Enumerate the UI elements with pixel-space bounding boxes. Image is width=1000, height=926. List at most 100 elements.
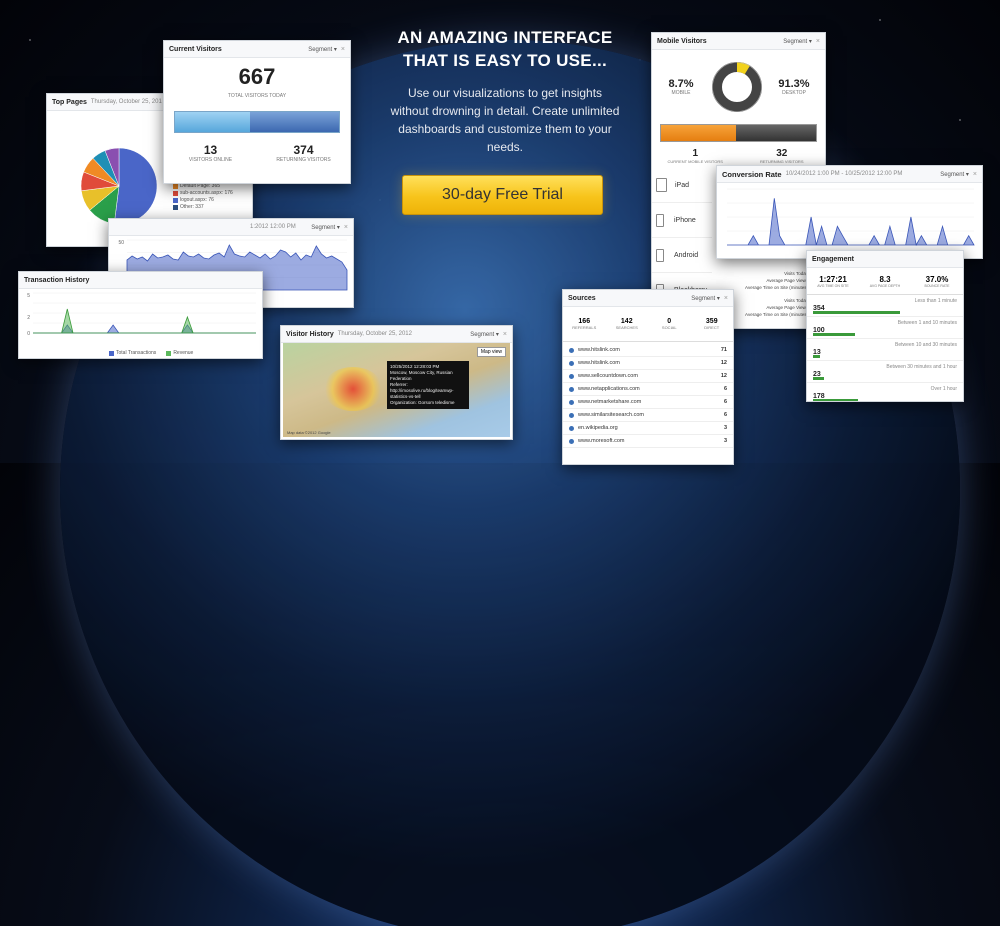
stat-label: Average Page Views — [766, 278, 808, 283]
legend-item: logout.aspx: 76 — [180, 197, 214, 203]
engagement-desc: Between 30 minutes and 1 hour — [886, 364, 957, 370]
source-count: 3 — [723, 425, 727, 431]
source-row[interactable]: www.netapplications.com 6 — [563, 383, 733, 396]
segment-dropdown[interactable]: Segment ▾ — [311, 224, 340, 231]
source-name: www.moresoft.com — [578, 438, 625, 444]
conversion-rate-chart — [727, 188, 975, 247]
returning-segment — [250, 112, 339, 132]
segment-dropdown[interactable]: Segment ▾ — [691, 295, 720, 302]
source-row[interactable]: www.sellcountdown.com 12 — [563, 370, 733, 383]
online-segment — [175, 112, 251, 132]
panel-title: Top Pages — [52, 98, 87, 106]
source-row[interactable]: www.moresoft.com 3 — [563, 435, 733, 448]
source-count: 12 — [720, 360, 727, 366]
free-trial-button[interactable]: 30-day Free Trial — [402, 175, 603, 215]
engagement-summary-label: AVG TIME ON SITE — [817, 283, 849, 288]
engagement-summary-value: 8.3 — [879, 274, 891, 284]
map-view-button[interactable]: Map view — [476, 347, 506, 357]
sources-panel: Sources Segment ▾ × 166 REFERRALS 142 SEARCH… — [562, 289, 734, 465]
top-pages-pie-chart — [80, 147, 158, 225]
total-visitors-value: 667 — [238, 64, 276, 89]
ipad-icon — [656, 178, 667, 192]
engagement-bar — [813, 377, 825, 380]
pie-slice — [113, 147, 158, 225]
device-name: Android — [674, 251, 699, 259]
engagement-row: 13 Between 10 and 30 minutes — [807, 339, 963, 361]
panel-title: Mobile Visitors — [657, 37, 707, 45]
panel-title: Sources — [568, 294, 596, 302]
segment-dropdown[interactable]: Segment ▾ — [308, 46, 337, 53]
source-name: www.sellcountdown.com — [578, 373, 638, 379]
mobile-arc — [736, 62, 750, 75]
y-tick-label: 5 — [27, 293, 30, 299]
current-mobile-label: CURRENT MOBILE VISITORS — [667, 159, 723, 164]
segment-dropdown[interactable]: Segment ▾ — [470, 331, 499, 338]
stat-label: Average Page Views — [766, 305, 808, 310]
engagement-panel: Engagement 1:27:21 AVG TIME ON SITE 8.3 AV… — [806, 250, 964, 402]
site-icon — [569, 438, 574, 444]
source-row[interactable]: www.hitslink.com 12 — [563, 357, 733, 370]
site-icon — [569, 412, 574, 418]
engagement-bar — [813, 333, 855, 336]
stat-label: Average Time on Site (minutes) — [745, 312, 808, 317]
stat-label: Visits Today — [784, 271, 808, 276]
source-name: www.hitslink.com — [578, 347, 620, 353]
device-name: iPad — [675, 181, 690, 189]
legend-swatch — [109, 350, 114, 356]
device-name: iPhone — [674, 216, 696, 224]
engagement-summary-value: 1:27:21 — [819, 274, 847, 284]
segment-dropdown[interactable]: Segment ▾ — [783, 38, 812, 45]
source-row[interactable]: www.similarsitesearch.com 6 — [563, 409, 733, 422]
close-icon[interactable]: × — [503, 331, 507, 338]
source-count: 71 — [720, 347, 727, 353]
desktop-percent: 91.3% — [778, 78, 810, 90]
engagement-desc: Between 10 and 30 minutes — [895, 342, 957, 348]
desktop-arc — [712, 62, 762, 112]
panel-title: Transaction History — [24, 276, 90, 284]
transaction-history-chart: 5 0 2 — [27, 292, 256, 337]
close-icon[interactable]: × — [344, 224, 348, 231]
panel-title: Current Visitors — [169, 45, 222, 53]
returning-mobile-label: RETURNING VISITORS — [760, 159, 804, 164]
close-icon[interactable]: × — [973, 171, 977, 178]
tooltip-line: Organization: Gorsom teledisme — [390, 400, 455, 405]
site-icon — [569, 425, 574, 431]
y-tick-label: 0 — [27, 331, 30, 337]
hero-title: AN AMAZING INTERFACE THAT IS EASY TO USE… — [397, 28, 613, 70]
source-count: 6 — [723, 386, 727, 392]
conversion-series — [727, 198, 975, 247]
engagement-row: 100 Between 1 and 10 minutes — [807, 317, 963, 339]
source-total-value: 359 — [705, 318, 718, 325]
panel-title: Visitor History — [286, 330, 334, 338]
close-icon[interactable]: × — [724, 295, 728, 302]
legend-swatch — [166, 350, 172, 356]
returning-visitors-value: 374 — [293, 143, 314, 157]
iphone-icon — [656, 213, 664, 227]
segment-dropdown[interactable]: Segment ▾ — [940, 171, 969, 178]
close-icon[interactable]: × — [816, 38, 820, 45]
source-name: en.wikipedia.org — [578, 425, 618, 431]
desktop-segment — [736, 125, 816, 141]
mobile-ratio-bar — [660, 124, 817, 142]
hero-body: Use our visualizations to get insights w… — [390, 86, 620, 154]
legend-swatch — [173, 197, 178, 203]
visitor-map[interactable]: Map view 10/25/2012 12:28:03 PM Moscow, … — [283, 343, 510, 437]
source-row[interactable]: en.wikipedia.org 3 — [563, 422, 733, 435]
legend-swatch — [173, 204, 178, 210]
close-icon[interactable]: × — [341, 46, 345, 53]
engagement-summary-value: 37.0% — [925, 274, 949, 284]
engagement-desc: Less than 1 minute — [914, 298, 957, 304]
returning-visitors-label: RETURNING VISITORS — [276, 157, 331, 163]
source-count: 3 — [723, 438, 727, 444]
current-visitors-panel: Current Visitors Segment ▾ × 667 TOTAL VIS… — [163, 40, 351, 184]
source-row[interactable]: www.netmarketshare.com 6 — [563, 396, 733, 409]
panel-subtitle: 10/24/2012 1:00 PM - 10/25/2012 12:00 PM — [785, 171, 903, 177]
panel-title: Engagement — [812, 255, 855, 263]
engagement-bar — [813, 355, 820, 358]
source-name: www.netmarketshare.com — [578, 399, 642, 405]
conversion-rate-panel: Conversion Rate 10/24/2012 1:00 PM - 10/2… — [716, 165, 983, 259]
source-row[interactable]: www.hitslink.com 71 — [563, 344, 733, 357]
legend-swatch — [173, 183, 178, 189]
mobile-percent: 8.7% — [668, 78, 694, 90]
site-icon — [569, 347, 574, 353]
